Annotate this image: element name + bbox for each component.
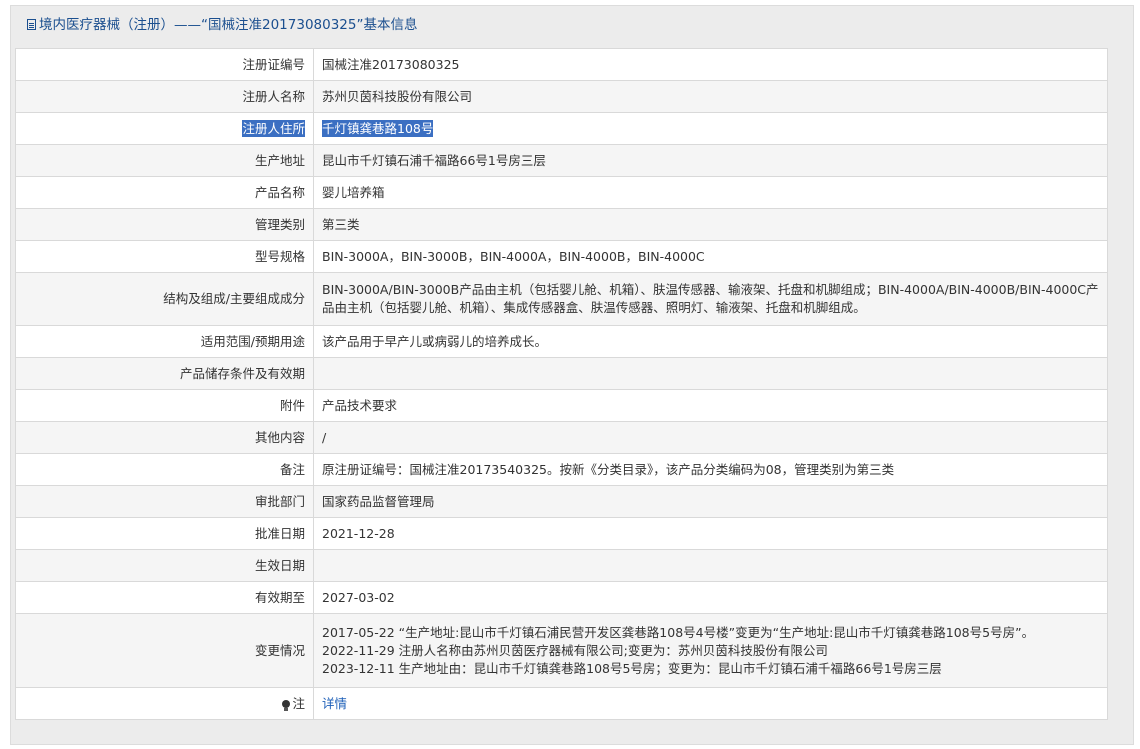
row-value: 婴儿培养箱 — [313, 176, 1108, 209]
row-label: 审批部门 — [15, 485, 314, 518]
row-value: 第三类 — [313, 208, 1108, 241]
row-value: 千灯镇龚巷路108号 — [313, 112, 1108, 145]
row-label: 结构及组成/主要组成成分 — [15, 272, 314, 326]
table-row: 审批部门 国家药品监督管理局 — [15, 485, 1108, 518]
info-table: 注册证编号 国械注准20173080325 注册人名称 苏州贝茵科技股份有限公司… — [15, 48, 1108, 720]
row-label: 注册证编号 — [15, 48, 314, 81]
table-row: 产品名称 婴儿培养箱 — [15, 176, 1108, 209]
table-row: 注册人住所 千灯镇龚巷路108号 — [15, 112, 1108, 145]
row-value: 2021-12-28 — [313, 517, 1108, 550]
note-label: 注 — [292, 695, 305, 711]
table-row: 生效日期 — [15, 549, 1108, 582]
row-value: 产品技术要求 — [313, 389, 1108, 422]
change-entry: 2017-05-22 “生产地址:昆山市千灯镇石浦民营开发区龚巷路108号4号楼… — [322, 624, 1035, 640]
table-row: 注册人名称 苏州贝茵科技股份有限公司 — [15, 80, 1108, 113]
row-value: 苏州贝茵科技股份有限公司 — [313, 80, 1108, 113]
row-label: 管理类别 — [15, 208, 314, 241]
row-label: 注 — [15, 687, 314, 720]
row-label: 注册人住所 — [15, 112, 314, 145]
row-value: 原注册证编号：国械注准20173540325。按新《分类目录》，该产品分类编码为… — [313, 453, 1108, 486]
page-title: 境内医疗器械（注册）——“国械注准20173080325”基本信息 — [39, 17, 418, 33]
table-row-changes: 变更情况 2017-05-22 “生产地址:昆山市千灯镇石浦民营开发区龚巷路10… — [15, 613, 1108, 688]
document-icon — [27, 19, 36, 30]
row-label: 注册人名称 — [15, 80, 314, 113]
row-label: 生产地址 — [15, 144, 314, 177]
table-row: 注册证编号 国械注准20173080325 — [15, 48, 1108, 81]
table-row: 备注 原注册证编号：国械注准20173540325。按新《分类目录》，该产品分类… — [15, 453, 1108, 486]
bulb-icon — [282, 699, 291, 711]
row-value: 详情 — [313, 687, 1108, 720]
row-label: 产品名称 — [15, 176, 314, 209]
table-row-note: 注 详情 — [15, 687, 1108, 720]
table-row: 有效期至 2027-03-02 — [15, 581, 1108, 614]
details-link[interactable]: 详情 — [322, 696, 347, 711]
table-row: 型号规格 BIN-3000A，BIN-3000B，BIN-4000A，BIN-4… — [15, 240, 1108, 273]
row-label: 变更情况 — [15, 613, 314, 688]
row-value: / — [313, 421, 1108, 454]
row-label: 有效期至 — [15, 581, 314, 614]
table-row: 生产地址 昆山市千灯镇石浦千福路66号1号房三层 — [15, 144, 1108, 177]
row-label: 附件 — [15, 389, 314, 422]
row-value: 国家药品监督管理局 — [313, 485, 1108, 518]
row-label: 生效日期 — [15, 549, 314, 582]
row-value: BIN-3000A，BIN-3000B，BIN-4000A，BIN-4000B，… — [313, 240, 1108, 273]
row-value — [313, 357, 1108, 390]
table-row: 产品储存条件及有效期 — [15, 357, 1108, 390]
row-value — [313, 549, 1108, 582]
row-label: 适用范围/预期用途 — [15, 325, 314, 358]
row-value: 2027-03-02 — [313, 581, 1108, 614]
table-row: 适用范围/预期用途 该产品用于早产儿或病弱儿的培养成长。 — [15, 325, 1108, 358]
row-label: 备注 — [15, 453, 314, 486]
table-row: 其他内容 / — [15, 421, 1108, 454]
row-value: 国械注准20173080325 — [313, 48, 1108, 81]
change-entry: 2022-11-29 注册人名称由苏州贝茵医疗器械有限公司;变更为：苏州贝茵科技… — [322, 642, 828, 658]
table-row: 批准日期 2021-12-28 — [15, 517, 1108, 550]
row-value: 该产品用于早产儿或病弱儿的培养成长。 — [313, 325, 1108, 358]
row-label: 其他内容 — [15, 421, 314, 454]
row-value: BIN-3000A/BIN-3000B产品由主机（包括婴儿舱、机箱）、肤温传感器… — [313, 272, 1108, 326]
row-value: 昆山市千灯镇石浦千福路66号1号房三层 — [313, 144, 1108, 177]
change-entry: 2023-12-11 生产地址由：昆山市千灯镇龚巷路108号5号房；变更为：昆山… — [322, 660, 942, 676]
panel-header: 境内医疗器械（注册）——“国械注准20173080325”基本信息 — [11, 6, 1133, 44]
row-label: 批准日期 — [15, 517, 314, 550]
table-row: 结构及组成/主要组成成分 BIN-3000A/BIN-3000B产品由主机（包括… — [15, 272, 1108, 326]
row-label: 产品储存条件及有效期 — [15, 357, 314, 390]
row-label: 型号规格 — [15, 240, 314, 273]
change-history: 2017-05-22 “生产地址:昆山市千灯镇石浦民营开发区龚巷路108号4号楼… — [313, 613, 1108, 688]
table-row: 管理类别 第三类 — [15, 208, 1108, 241]
selected-text[interactable]: 注册人住所 — [242, 119, 305, 137]
table-row: 附件 产品技术要求 — [15, 389, 1108, 422]
selected-text[interactable]: 千灯镇龚巷路108号 — [322, 119, 434, 137]
